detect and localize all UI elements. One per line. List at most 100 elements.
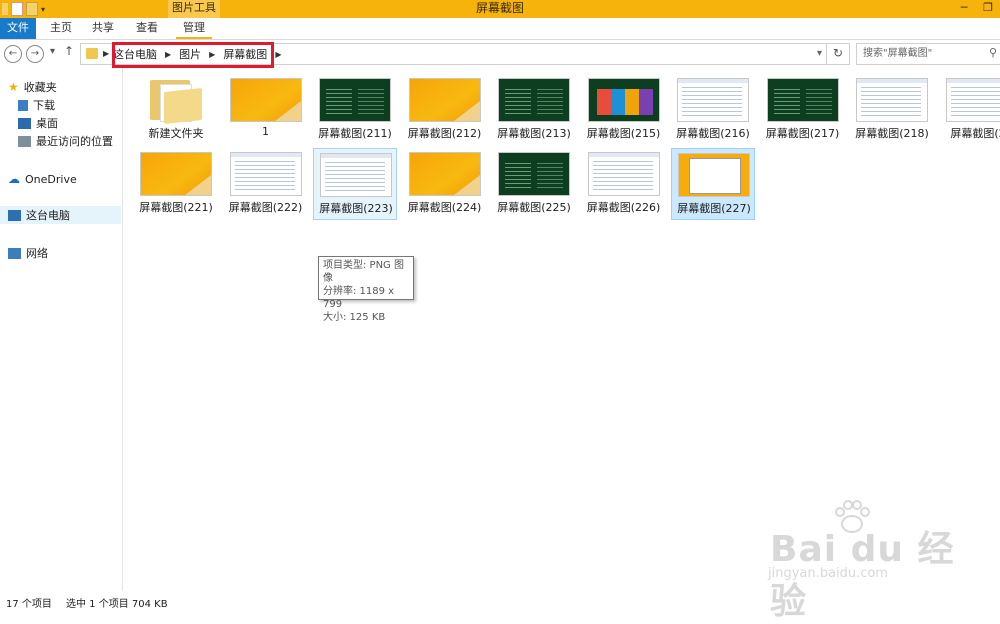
- file-name: 屏幕截图(215): [582, 125, 666, 141]
- folder-icon: [86, 48, 98, 59]
- nav-favorites[interactable]: ★ 收藏夹: [8, 78, 57, 96]
- download-icon: [18, 100, 28, 111]
- file-name: 屏幕截图(223): [314, 200, 398, 216]
- file-item[interactable]: 屏幕截图(22: [940, 74, 1000, 146]
- file-name: 屏幕截图(225): [492, 199, 576, 215]
- file-item[interactable]: 屏幕截图(211): [313, 74, 397, 146]
- window-title: 屏幕截图: [0, 0, 1000, 17]
- file-name: 屏幕截图(218): [850, 125, 934, 141]
- file-name: 屏幕截图(211): [313, 125, 397, 141]
- file-name: 屏幕截图(224): [403, 199, 487, 215]
- file-name: 屏幕截图(217): [761, 125, 845, 141]
- image-thumbnail: [320, 153, 392, 197]
- file-name: 屏幕截图(222): [224, 199, 308, 215]
- file-item[interactable]: 1: [224, 74, 308, 146]
- tab-file[interactable]: 文件: [0, 18, 36, 39]
- file-item[interactable]: 屏幕截图(213): [492, 74, 576, 146]
- recent-locations-dropdown[interactable]: ▾: [50, 46, 55, 57]
- address-history-dropdown[interactable]: ▾: [817, 48, 822, 59]
- tab-home[interactable]: 主页: [44, 18, 78, 39]
- context-tab-picture-tools: 图片工具: [168, 0, 220, 18]
- item-count: 17 个项目: [6, 595, 52, 610]
- cloud-icon: ☁: [8, 172, 20, 186]
- file-item[interactable]: 屏幕截图(221): [134, 148, 218, 220]
- file-item[interactable]: 屏幕截图(212): [403, 74, 487, 146]
- chevron-right-icon[interactable]: ▶: [275, 50, 281, 59]
- nav-label: 最近访问的位置: [36, 133, 113, 149]
- search-icon[interactable]: ⚲: [989, 46, 997, 59]
- folder-item[interactable]: 新建文件夹: [134, 74, 218, 146]
- nav-network[interactable]: 网络: [8, 244, 48, 262]
- file-item[interactable]: 屏幕截图(216): [671, 74, 755, 146]
- network-icon: [8, 248, 21, 259]
- image-thumbnail: [678, 153, 750, 197]
- file-item[interactable]: 屏幕截图(215): [582, 74, 666, 146]
- nav-this-pc[interactable]: 这台电脑: [0, 206, 121, 224]
- nav-label: 这台电脑: [26, 207, 70, 223]
- file-item[interactable]: 屏幕截图(222): [224, 148, 308, 220]
- nav-downloads[interactable]: 下载: [18, 96, 55, 114]
- file-tooltip: 项目类型: PNG 图像 分辨率: 1189 x 799 大小: 125 KB: [318, 256, 414, 300]
- image-thumbnail: [498, 78, 570, 122]
- restore-button[interactable]: ❐: [976, 0, 1000, 18]
- chevron-right-icon: ▶: [103, 49, 109, 58]
- file-item[interactable]: 屏幕截图(225): [492, 148, 576, 220]
- file-name: 屏幕截图(221): [134, 199, 218, 215]
- file-name: 新建文件夹: [134, 125, 218, 141]
- image-thumbnail: [856, 78, 928, 122]
- back-button[interactable]: ←: [4, 45, 22, 63]
- forward-button[interactable]: →: [26, 45, 44, 63]
- file-name: 1: [224, 125, 308, 138]
- file-name: 屏幕截图(226): [582, 199, 666, 215]
- search-box[interactable]: ⚲: [856, 43, 1000, 65]
- image-thumbnail: [498, 152, 570, 196]
- tab-share[interactable]: 共享: [86, 18, 120, 39]
- folder-icon: [150, 80, 202, 122]
- nav-label: 下载: [33, 97, 55, 113]
- title-bar: ▾ 屏幕截图 图片工具 ─ ❐: [0, 0, 1000, 18]
- image-thumbnail: [230, 152, 302, 196]
- up-button[interactable]: ↑: [64, 44, 74, 58]
- tab-view[interactable]: 查看: [130, 18, 164, 39]
- navigation-pane: ★ 收藏夹 下载 桌面 最近访问的位置 ☁ OneDrive 这台电脑 网络: [0, 68, 123, 591]
- ribbon-tabs: 文件 主页 共享 查看 管理: [0, 18, 1000, 40]
- image-thumbnail: [588, 78, 660, 122]
- nav-desktop[interactable]: 桌面: [18, 114, 58, 132]
- computer-icon: [8, 210, 21, 221]
- image-thumbnail: [409, 78, 481, 122]
- file-item[interactable]: 屏幕截图(223): [313, 148, 397, 220]
- selection-info: 选中 1 个项目 704 KB: [66, 595, 168, 610]
- minimize-button[interactable]: ─: [952, 0, 976, 18]
- search-input[interactable]: [857, 44, 983, 62]
- file-name: 屏幕截图(213): [492, 125, 576, 141]
- file-item[interactable]: 屏幕截图(226): [582, 148, 666, 220]
- nav-label: 收藏夹: [24, 79, 57, 95]
- window-controls: ─ ❐: [952, 0, 1000, 18]
- baidu-watermark: Bai du 经验 jingyan.baidu.com: [760, 500, 960, 590]
- star-icon: ★: [8, 80, 19, 94]
- nav-label: OneDrive: [25, 173, 77, 186]
- tab-manage[interactable]: 管理: [176, 18, 212, 39]
- image-thumbnail: [677, 78, 749, 122]
- file-item[interactable]: 屏幕截图(217): [761, 74, 845, 146]
- refresh-button[interactable]: ↻: [826, 43, 850, 65]
- image-thumbnail: [767, 78, 839, 122]
- file-name: 屏幕截图(216): [671, 125, 755, 141]
- watermark-url: jingyan.baidu.com: [768, 566, 888, 581]
- nav-label: 桌面: [36, 115, 58, 131]
- image-thumbnail: [230, 78, 302, 122]
- file-item[interactable]: 屏幕截图(224): [403, 148, 487, 220]
- file-item[interactable]: 屏幕截图(218): [850, 74, 934, 146]
- file-name: 屏幕截图(22: [940, 125, 1000, 141]
- annotation-red-box: [112, 42, 274, 68]
- image-thumbnail: [409, 152, 481, 196]
- nav-onedrive[interactable]: ☁ OneDrive: [8, 170, 77, 188]
- desktop-icon: [18, 118, 31, 129]
- file-name: 屏幕截图(227): [672, 200, 756, 216]
- image-thumbnail: [946, 78, 1000, 122]
- nav-label: 网络: [26, 245, 48, 261]
- nav-recent[interactable]: 最近访问的位置: [18, 132, 113, 150]
- file-item[interactable]: 屏幕截图(227): [671, 148, 755, 220]
- image-thumbnail: [588, 152, 660, 196]
- image-thumbnail: [140, 152, 212, 196]
